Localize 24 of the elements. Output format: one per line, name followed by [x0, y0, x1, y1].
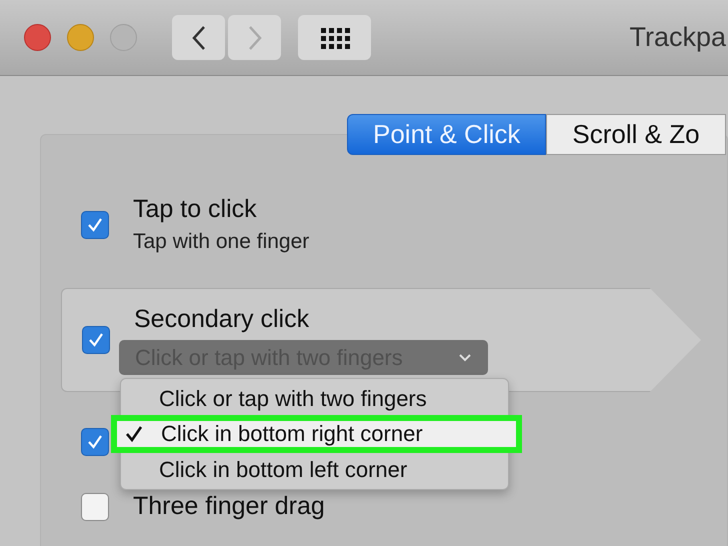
- checkbox[interactable]: [81, 210, 109, 238]
- checkmark-icon: [87, 331, 105, 349]
- menu-item[interactable]: Click in bottom right corner: [111, 415, 522, 453]
- back-button[interactable]: [172, 15, 225, 60]
- checkmark-icon: [125, 425, 143, 443]
- chevron-down-icon: [458, 352, 472, 362]
- show-all-button[interactable]: [298, 15, 371, 60]
- checkbox[interactable]: [81, 492, 109, 520]
- checkbox[interactable]: [82, 326, 110, 354]
- window-title: Trackpa: [629, 22, 726, 53]
- setting-description: Tap with one finger: [133, 230, 310, 254]
- setting-label: Secondary click: [134, 305, 310, 334]
- checkmark-icon: [86, 216, 104, 234]
- checkbox[interactable]: [81, 428, 109, 456]
- chevron-left-icon: [190, 24, 208, 50]
- grid-icon: [318, 26, 350, 48]
- setting-label: Three finger drag: [133, 492, 325, 521]
- tab[interactable]: Point & Click: [347, 114, 546, 155]
- setting-label: Tap to click: [133, 195, 258, 224]
- menu-item[interactable]: Click or tap with two fingers: [111, 382, 522, 415]
- close-button[interactable]: [24, 24, 51, 51]
- tab[interactable]: Scroll & Zo: [546, 114, 726, 155]
- checkmark-icon: [86, 433, 104, 451]
- menu-item[interactable]: Click in bottom left corner: [111, 453, 522, 486]
